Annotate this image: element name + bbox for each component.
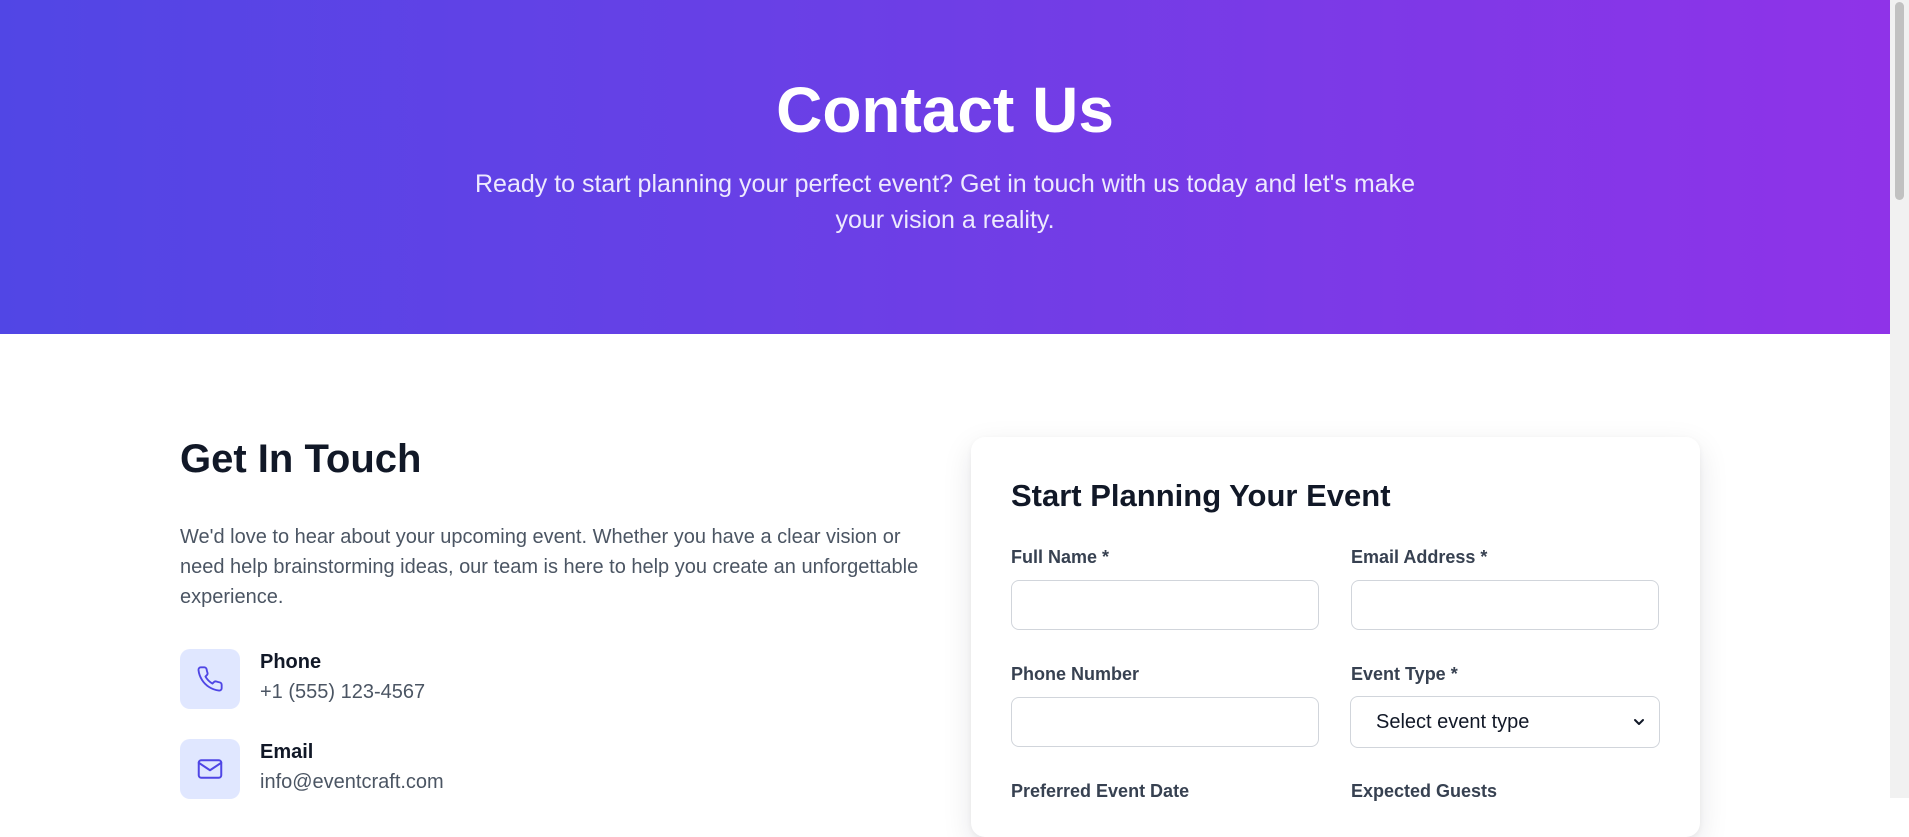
- event-type-label: Event Type *: [1351, 664, 1458, 684]
- chevron-down-icon: [1634, 719, 1644, 725]
- email-value[interactable]: info@eventcraft.com: [260, 771, 444, 794]
- expected-guests-label: Expected Guests: [1351, 781, 1498, 801]
- event-type-select[interactable]: Select event type: [1350, 696, 1660, 748]
- full-name-label: Full Name *: [1011, 547, 1110, 567]
- phone-number-label: Phone Number: [1011, 664, 1140, 684]
- event-type-selected-value: Select event type: [1376, 710, 1530, 733]
- email-address-input[interactable]: [1351, 580, 1659, 630]
- contact-info-section: Get In Touch We'd love to hear about you…: [180, 430, 920, 799]
- form-title: Start Planning Your Event: [1011, 478, 1391, 513]
- page-title: Contact Us: [776, 74, 1114, 146]
- email-address-label: Email Address *: [1351, 547, 1488, 567]
- hero-banner: Contact Us Ready to start planning your …: [0, 0, 1890, 334]
- scrollbar-thumb[interactable]: [1895, 2, 1904, 200]
- phone-value[interactable]: +1 (555) 123-4567: [260, 681, 425, 704]
- contact-intro-text: We'd love to hear about your upcoming ev…: [180, 526, 919, 608]
- event-planning-form: Start Planning Your Event Full Name * Em…: [971, 437, 1700, 837]
- full-name-input[interactable]: [1011, 580, 1319, 630]
- hero-subtitle: Ready to start planning your perfect eve…: [474, 170, 1416, 234]
- phone-icon-box: [180, 649, 240, 709]
- mail-icon-box: [180, 739, 240, 799]
- preferred-date-label: Preferred Event Date: [1011, 781, 1190, 801]
- phone-icon: [197, 666, 223, 692]
- email-label: Email: [260, 741, 314, 763]
- get-in-touch-heading: Get In Touch: [180, 437, 422, 481]
- mail-icon: [197, 759, 223, 779]
- vertical-scrollbar[interactable]: [1890, 0, 1909, 798]
- phone-number-input[interactable]: [1011, 697, 1319, 747]
- phone-label: Phone: [260, 651, 322, 673]
